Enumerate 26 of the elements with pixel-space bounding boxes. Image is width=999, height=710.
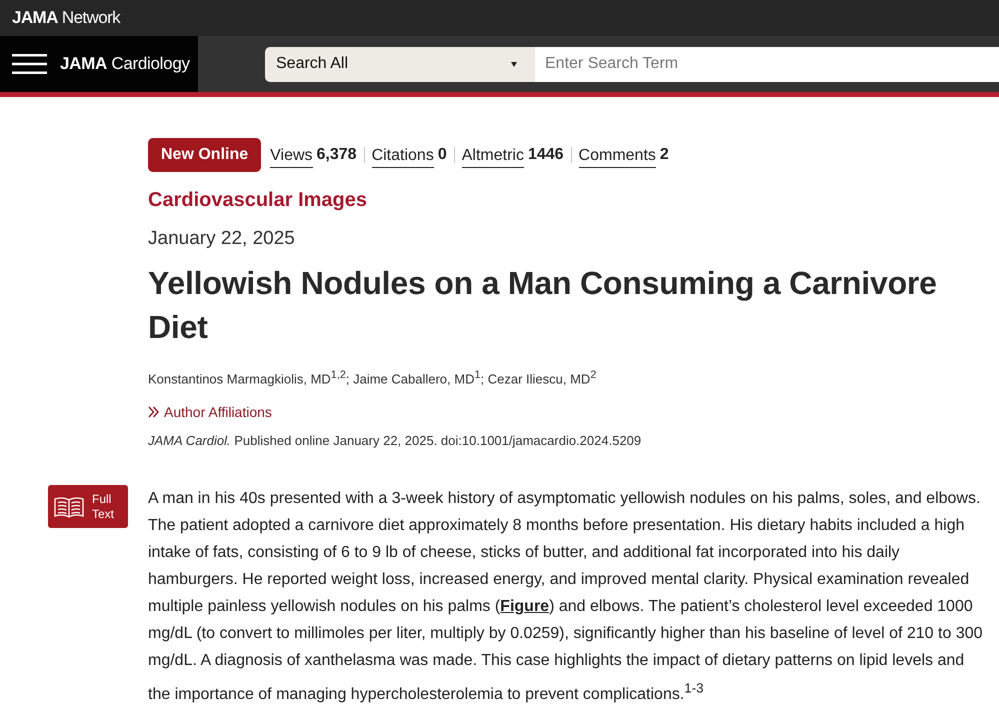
search-scope-select[interactable]: Search All (265, 46, 535, 82)
metric-link[interactable]: Citations (372, 146, 434, 168)
section-link[interactable]: Cardiovascular Images (148, 188, 367, 212)
metric-value: 2 (660, 146, 669, 164)
publication-date: January 22, 2025 (148, 227, 295, 251)
author-affiliations-link[interactable]: Author Affiliations (148, 403, 272, 422)
article-title: Yellowish Nodules on a Man Consuming a Carnivore Diet (148, 264, 938, 347)
network-logo[interactable]: JAMA Network (12, 8, 120, 28)
open-book-icon (54, 496, 84, 518)
caret-icon (511, 62, 517, 66)
search-field[interactable]: Enter Search Term (535, 46, 999, 82)
metric-link[interactable]: Comments (578, 146, 656, 168)
figure-link[interactable]: Figure (500, 598, 550, 616)
full-text-button[interactable]: Full Text (48, 485, 128, 528)
metric-link[interactable]: Views (270, 146, 313, 168)
metric-value: 1446 (528, 146, 564, 164)
article-paragraph: A man in his 40s presented with a 3-week history of asymptomatic yellowish nodules on his palms, soles, and elbows. The patient adopted a carnivore diet approximately 8 months before presentation. His dietary habits included a high intake of fats, consisting of 6 to 9 lb of cheese, sticks of butter, and additional fat incorporated into his daily hamburgers. He reported weight loss, increased energy, and improved mental clarity. Physical examination revealed multiple painless yellowish nodules on his palms (Figure) and elbows. The patient’s cholesterol level exceeded 1000 mg/dL (to convert to millimoles per liter, multiply by 0.0259), significantly higher than his baseline of level of 210 to 300 mg/dL. A diagnosis of xanthelasma was made. This case highlights the impact of dietary patterns on lipid levels and the importance of managing hypercholesterolemia to prevent complications.$^{1-3}$ (148, 489, 984, 705)
author-list: Konstantinos Marmagkiolis, MD$^{1,2}$; Jaime Caballero, MD$^{1}$; Cezar Iliescu, MD$^{2}$ (148, 366, 596, 388)
citation-line: JAMA Cardiol. Published online January 22, 2025. doi:10.1001/jamacardio.2024.5209 (148, 432, 642, 450)
metric-value: 6,378 (316, 146, 357, 164)
double-chevron-icon (148, 406, 159, 418)
journal-logo[interactable]: JAMA Cardiology (60, 54, 190, 74)
metric-value: 0 (438, 146, 447, 164)
new-online-badge: New Online (148, 138, 262, 172)
metric-link[interactable]: Altmetric (462, 146, 524, 168)
menu-icon[interactable] (12, 54, 47, 74)
